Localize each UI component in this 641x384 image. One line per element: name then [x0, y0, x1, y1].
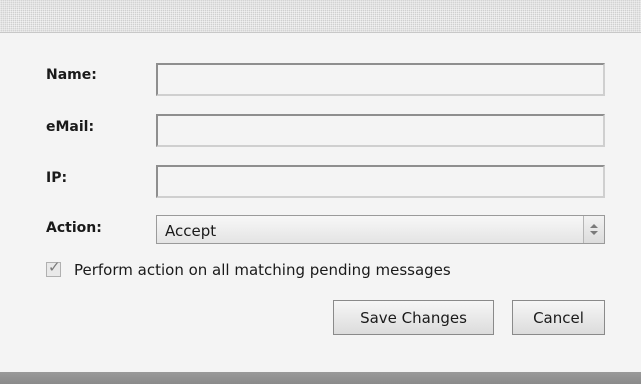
arrow-up-icon [590, 224, 598, 228]
ip-input[interactable] [156, 165, 605, 198]
edit-filter-dialog: Name: eMail: IP: Action: Accept ✓ Perfor… [0, 0, 641, 384]
name-label: Name: [46, 67, 97, 83]
apply-to-pending-checkbox[interactable]: ✓ [46, 258, 61, 277]
check-icon: ✓ [48, 258, 61, 276]
arrow-down-icon [590, 231, 598, 235]
dialog-title-bar[interactable] [0, 0, 641, 33]
action-select-value: Accept [165, 222, 217, 240]
apply-to-pending-label[interactable]: Perform action on all matching pending m… [74, 261, 451, 279]
action-label: Action: [46, 220, 102, 236]
action-select[interactable]: Accept [156, 215, 605, 244]
dialog-bottom-bar [0, 372, 641, 384]
up-down-arrows-icon[interactable] [583, 216, 604, 243]
title-bar-texture [8, 8, 633, 28]
name-input[interactable] [156, 63, 605, 96]
email-label: eMail: [46, 119, 95, 135]
save-changes-button[interactable]: Save Changes [333, 300, 494, 335]
cancel-button[interactable]: Cancel [512, 300, 605, 335]
email-input[interactable] [156, 114, 605, 147]
ip-label: IP: [46, 170, 68, 186]
